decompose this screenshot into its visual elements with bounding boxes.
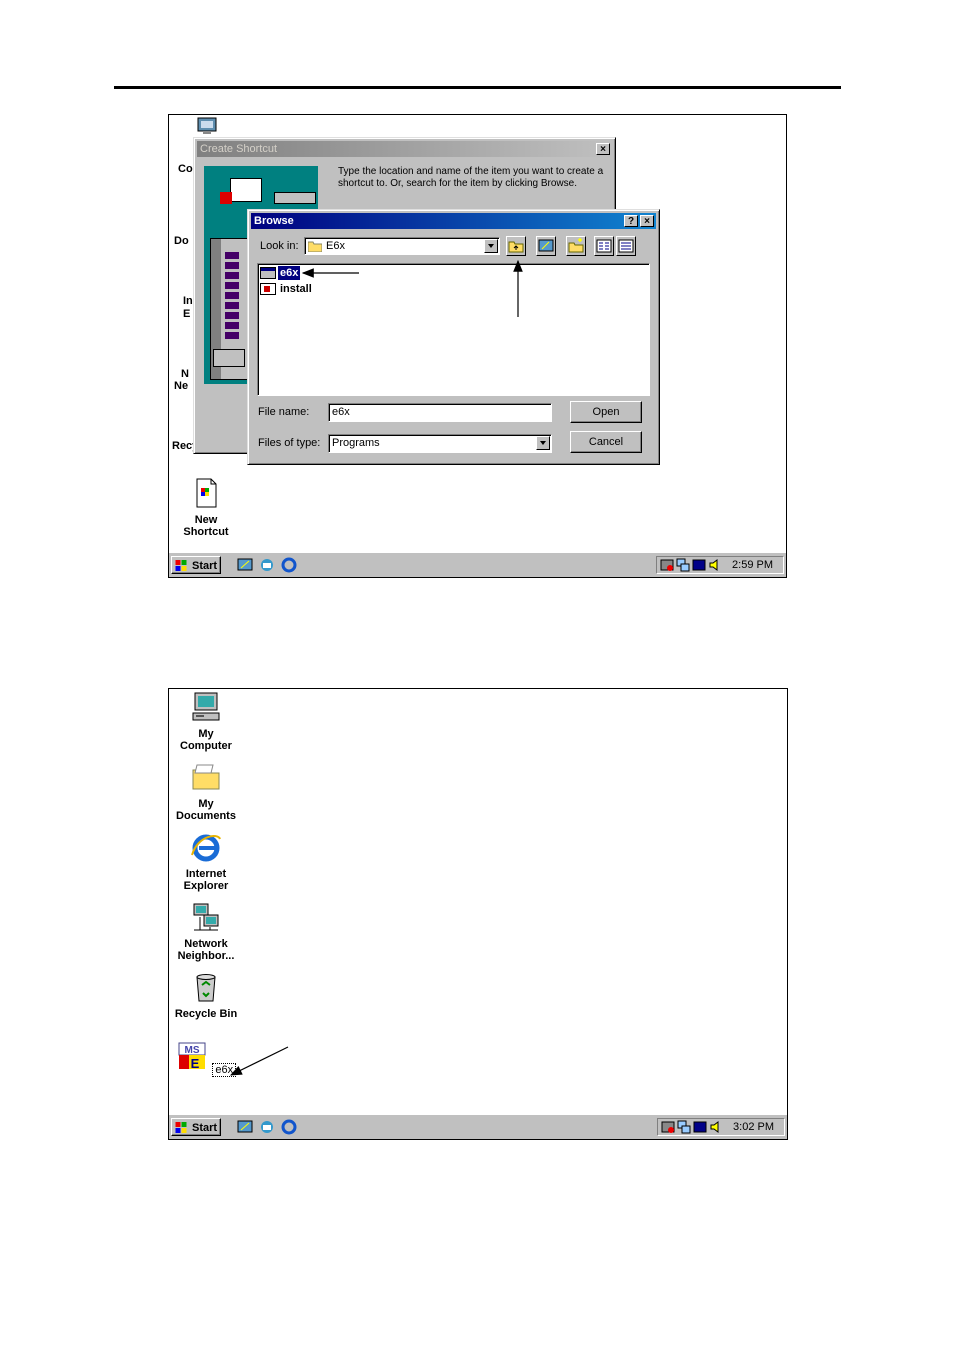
clock[interactable]: 2:59 PM [732, 557, 773, 573]
ie-icon[interactable] [281, 1119, 297, 1135]
display-tray-icon[interactable] [693, 1120, 707, 1134]
windows-logo-icon [175, 560, 187, 571]
system-tray: 2:59 PM [656, 556, 784, 574]
show-desktop-icon[interactable] [237, 557, 253, 573]
start-button[interactable]: Start [171, 556, 221, 574]
page-rule [114, 86, 841, 89]
start-button[interactable]: Start [171, 1118, 221, 1136]
annotation-arrows [301, 259, 523, 317]
annotation-arrows [229, 1046, 289, 1076]
volume-icon[interactable] [709, 1120, 723, 1134]
network-tray-icon[interactable] [677, 1120, 691, 1134]
volume-icon[interactable] [708, 558, 722, 572]
outlook-express-icon[interactable] [259, 557, 275, 573]
show-desktop-icon[interactable] [237, 1119, 253, 1135]
taskbar: Start 3:02 PM [169, 1114, 787, 1139]
taskbar: Start 2:59 PM [169, 552, 786, 577]
outlook-express-icon[interactable] [259, 1119, 275, 1135]
ie-icon[interactable] [281, 557, 297, 573]
tray-icon[interactable] [660, 558, 674, 572]
screenshot-desktop-with-shortcut: My Computer My Documents Internet Explor… [168, 688, 788, 1140]
start-label: Start [192, 560, 218, 572]
start-label: Start [192, 1122, 218, 1134]
screenshot-browse-dialog: Co Do In E N Ne Recycle Bin New Shortcut… [168, 114, 787, 578]
clock[interactable]: 3:02 PM [733, 1119, 774, 1135]
display-tray-icon[interactable] [692, 558, 706, 572]
tray-icon[interactable] [661, 1120, 675, 1134]
system-tray: 3:02 PM [657, 1118, 785, 1136]
windows-logo-icon [175, 1122, 187, 1133]
arrow-to-e6x-shortcut [229, 1046, 289, 1076]
network-tray-icon[interactable] [676, 558, 690, 572]
